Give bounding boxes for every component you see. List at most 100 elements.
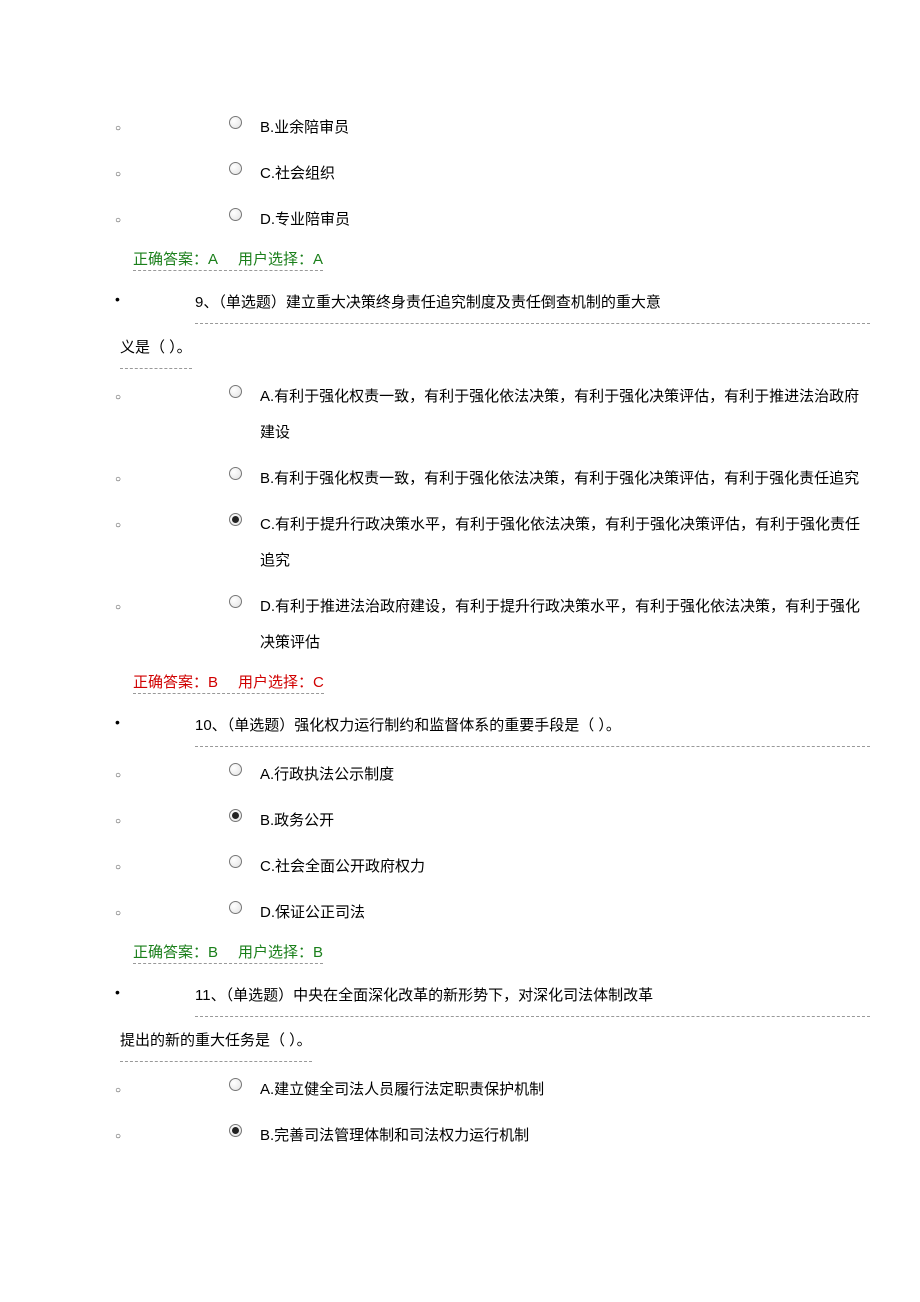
radio-wrap[interactable] <box>120 1072 260 1091</box>
radio-wrap[interactable] <box>120 156 260 175</box>
radio-wrap[interactable] <box>120 507 260 526</box>
radio-wrap[interactable] <box>120 202 260 221</box>
option-text: C.社会组织 <box>260 156 920 192</box>
user-answer-value: B <box>313 944 323 961</box>
question-text-1: 中央在全面深化改革的新形势下，对深化司法体制改革 <box>293 987 653 1004</box>
question-type: （单选题） <box>227 717 295 734</box>
user-answer-label: 用户选择： <box>238 251 313 268</box>
radio-icon <box>229 901 242 914</box>
correct-answer-label: 正确答案： <box>133 944 208 961</box>
option-text: A.建立健全司法人员履行法定职责保护机制 <box>260 1072 920 1108</box>
user-answer-label: 用户选择： <box>238 944 313 961</box>
question-text: 强化权力运行制约和监督体系的重要手段是（ ）。 <box>294 717 621 734</box>
q10-option-c: ○ C.社会全面公开政府权力 <box>0 849 920 885</box>
q11: • 11、（单选题）中央在全面深化改革的新形势下，对深化司法体制改革 提出的新的… <box>0 978 920 1154</box>
correct-answer-label: 正确答案： <box>133 674 208 691</box>
list-bullet: ○ <box>0 803 120 833</box>
list-bullet: ○ <box>0 507 120 537</box>
radio-wrap[interactable] <box>120 110 260 129</box>
list-bullet: ○ <box>0 589 120 619</box>
q8-option-d: ○ D.专业陪审员 <box>0 202 920 238</box>
question-text-2: 提出的新的重大任务是（ ）。 <box>120 1023 312 1062</box>
q8-option-b: ○ B.业余陪审员 <box>0 110 920 146</box>
radio-wrap[interactable] <box>120 849 260 868</box>
q9-option-a: ○ A.有利于强化权责一致，有利于强化依法决策，有利于强化决策评估，有利于推进法… <box>0 379 920 451</box>
list-bullet: ○ <box>0 1118 120 1148</box>
q10-option-a: ○ A.行政执法公示制度 <box>0 757 920 793</box>
question-body: 11、（单选题）中央在全面深化改革的新形势下，对深化司法体制改革 提出的新的重大… <box>120 978 920 1062</box>
question-number: 11、 <box>195 987 226 1004</box>
radio-icon <box>229 763 242 776</box>
correct-answer-value: A <box>208 251 218 268</box>
q11-option-b: ○ B.完善司法管理体制和司法权力运行机制 <box>0 1118 920 1154</box>
question-body: 10、（单选题）强化权力运行制约和监督体系的重要手段是（ ）。 <box>120 708 920 747</box>
user-answer-value: A <box>313 251 323 268</box>
list-bullet: ○ <box>0 110 120 140</box>
radio-icon-selected <box>229 809 242 822</box>
list-bullet: • <box>0 708 120 730</box>
question-type: （单选题） <box>218 294 286 311</box>
correct-answer-label: 正确答案： <box>133 251 208 268</box>
correct-answer-value: B <box>208 944 218 961</box>
radio-icon <box>229 855 242 868</box>
question-type: （单选题） <box>226 987 294 1004</box>
question-row: • 10、（单选题）强化权力运行制约和监督体系的重要手段是（ ）。 <box>0 708 920 747</box>
q9: • 9、（单选题）建立重大决策终身责任追究制度及责任倒查机制的重大意 义是（ ）… <box>0 285 920 694</box>
list-bullet: ○ <box>0 156 120 186</box>
question-text-2: 义是（ ）。 <box>120 330 192 369</box>
radio-wrap[interactable] <box>120 589 260 608</box>
correct-answer-value: B <box>208 674 218 691</box>
q10-option-b: ○ B.政务公开 <box>0 803 920 839</box>
option-text: D.有利于推进法治政府建设，有利于提升行政决策水平，有利于强化依法决策，有利于强… <box>260 589 920 661</box>
radio-icon <box>229 1078 242 1091</box>
radio-wrap[interactable] <box>120 379 260 398</box>
q9-option-d: ○ D.有利于推进法治政府建设，有利于提升行政决策水平，有利于强化依法决策，有利… <box>0 589 920 661</box>
list-bullet: • <box>0 978 120 1000</box>
question-row: • 11、（单选题）中央在全面深化改革的新形势下，对深化司法体制改革 提出的新的… <box>0 978 920 1062</box>
list-bullet: ○ <box>0 461 120 491</box>
q8-option-c: ○ C.社会组织 <box>0 156 920 192</box>
option-text: C.社会全面公开政府权力 <box>260 849 920 885</box>
radio-icon-selected <box>229 1124 242 1137</box>
radio-icon <box>229 116 242 129</box>
option-text: D.保证公正司法 <box>260 895 920 931</box>
option-text: B.政务公开 <box>260 803 920 839</box>
radio-wrap[interactable] <box>120 461 260 480</box>
q9-option-c: ○ C.有利于提升行政决策水平，有利于强化依法决策，有利于强化决策评估，有利于强… <box>0 507 920 579</box>
list-bullet: ○ <box>0 757 120 787</box>
list-bullet: ○ <box>0 849 120 879</box>
radio-icon <box>229 467 242 480</box>
q9-option-b: ○ B.有利于强化权责一致，有利于强化依法决策，有利于强化决策评估，有利于强化责… <box>0 461 920 497</box>
option-text: B.完善司法管理体制和司法权力运行机制 <box>260 1118 920 1154</box>
radio-wrap[interactable] <box>120 757 260 776</box>
q11-option-a: ○ A.建立健全司法人员履行法定职责保护机制 <box>0 1072 920 1108</box>
question-number: 9、 <box>195 294 218 311</box>
option-text: D.专业陪审员 <box>260 202 920 238</box>
list-bullet: ○ <box>0 1072 120 1102</box>
question-number: 10、 <box>195 717 227 734</box>
radio-wrap[interactable] <box>120 895 260 914</box>
radio-icon <box>229 162 242 175</box>
list-bullet: ○ <box>0 202 120 232</box>
q10: • 10、（单选题）强化权力运行制约和监督体系的重要手段是（ ）。 ○ A.行政… <box>0 708 920 964</box>
q10-answer: 正确答案：B用户选择：B <box>0 941 920 964</box>
q8-answer: 正确答案：A用户选择：A <box>0 248 920 271</box>
question-text-1: 建立重大决策终身责任追究制度及责任倒查机制的重大意 <box>286 294 661 311</box>
option-text: B.业余陪审员 <box>260 110 920 146</box>
radio-icon <box>229 208 242 221</box>
radio-icon <box>229 385 242 398</box>
q9-answer: 正确答案：B 用户选择：C <box>0 671 920 694</box>
question-body: 9、（单选题）建立重大决策终身责任追究制度及责任倒查机制的重大意 义是（ ）。 <box>120 285 920 369</box>
radio-wrap[interactable] <box>120 1118 260 1137</box>
user-answer-label: 用户选择： <box>238 674 313 691</box>
radio-icon-selected <box>229 513 242 526</box>
question-row: • 9、（单选题）建立重大决策终身责任追究制度及责任倒查机制的重大意 义是（ ）… <box>0 285 920 369</box>
option-text: B.有利于强化权责一致，有利于强化依法决策，有利于强化决策评估，有利于强化责任追… <box>260 461 920 497</box>
list-bullet: ○ <box>0 895 120 925</box>
list-bullet: ○ <box>0 379 120 409</box>
radio-wrap[interactable] <box>120 803 260 822</box>
user-answer-value: C <box>313 674 324 691</box>
option-text: A.行政执法公示制度 <box>260 757 920 793</box>
q10-option-d: ○ D.保证公正司法 <box>0 895 920 931</box>
option-text: C.有利于提升行政决策水平，有利于强化依法决策，有利于强化决策评估，有利于强化责… <box>260 507 920 579</box>
